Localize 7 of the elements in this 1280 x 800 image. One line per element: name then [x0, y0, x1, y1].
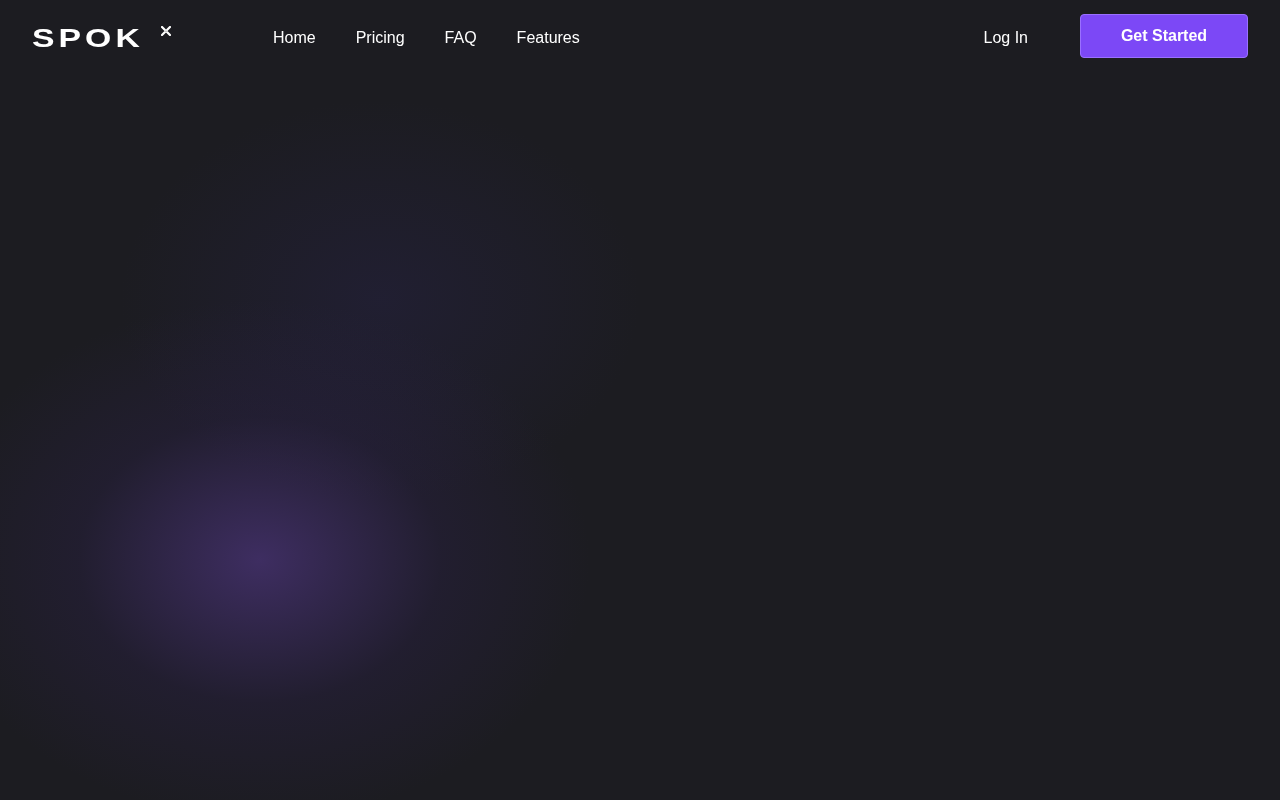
nav-link[interactable]: Pricing: [335, 29, 425, 47]
nav-link[interactable]: FAQ: [424, 29, 497, 47]
nav-link[interactable]: Features: [496, 29, 600, 47]
nav-link[interactable]: Home: [253, 29, 336, 47]
logo-wordmark[interactable]: SPOK: [32, 25, 203, 51]
login-link[interactable]: Log In: [983, 29, 1028, 47]
get-started-button[interactable]: Get Started: [1080, 14, 1248, 58]
